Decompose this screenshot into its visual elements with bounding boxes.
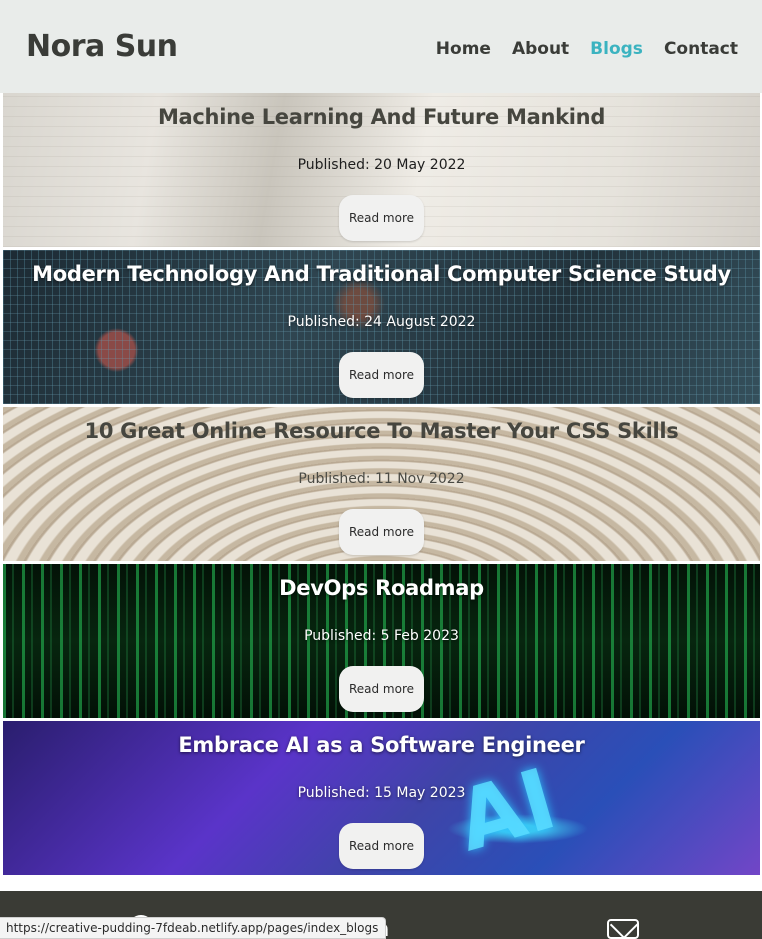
nav-about-link[interactable]: About xyxy=(512,39,569,59)
blog-title: Embrace AI as a Software Engineer xyxy=(178,733,585,757)
read-more-button[interactable]: Read more xyxy=(339,195,424,241)
nav-blogs-link[interactable]: Blogs xyxy=(590,39,643,59)
blog-card-embrace-ai: AI Embrace AI as a Software Engineer Pub… xyxy=(3,721,760,878)
nav-home-link[interactable]: Home xyxy=(436,39,491,59)
read-more-button[interactable]: Read more xyxy=(339,509,424,555)
blog-title: Machine Learning And Future Mankind xyxy=(157,105,606,129)
read-more-button[interactable]: Read more xyxy=(339,666,424,712)
blog-date: Published: 20 May 2022 xyxy=(297,157,466,173)
blog-date: Published: 11 Nov 2022 xyxy=(298,471,465,487)
link-status-bar: https://creative-pudding-7fdeab.netlify.… xyxy=(0,917,387,939)
site-header: Nora Sun Home About Blogs Contact xyxy=(0,0,762,93)
blog-title: 10 Great Online Resource To Master Your … xyxy=(84,419,679,443)
blog-date: Published: 15 May 2023 xyxy=(297,785,466,801)
blog-date: Published: 5 Feb 2023 xyxy=(304,628,459,644)
ai-chip-graphic: AI xyxy=(446,749,566,871)
main-nav: Home About Blogs Contact xyxy=(436,39,738,59)
nav-contact-link[interactable]: Contact xyxy=(664,39,738,59)
blog-card-modern-technology: Modern Technology And Traditional Comput… xyxy=(3,250,760,407)
site-logo[interactable]: Nora Sun xyxy=(26,29,178,64)
blog-date: Published: 24 August 2022 xyxy=(287,314,476,330)
blog-card-machine-learning: Machine Learning And Future Mankind Publ… xyxy=(3,93,760,250)
blog-title: DevOps Roadmap xyxy=(279,576,484,600)
blog-list: Machine Learning And Future Mankind Publ… xyxy=(3,93,760,878)
blog-title: Modern Technology And Traditional Comput… xyxy=(32,262,731,286)
blog-card-css-resources: 10 Great Online Resource To Master Your … xyxy=(3,407,760,564)
mail-icon[interactable] xyxy=(607,919,639,939)
blog-card-devops-roadmap: DevOps Roadmap Published: 5 Feb 2023 Rea… xyxy=(3,564,760,721)
read-more-button[interactable]: Read more xyxy=(339,823,424,869)
read-more-button[interactable]: Read more xyxy=(339,352,424,398)
